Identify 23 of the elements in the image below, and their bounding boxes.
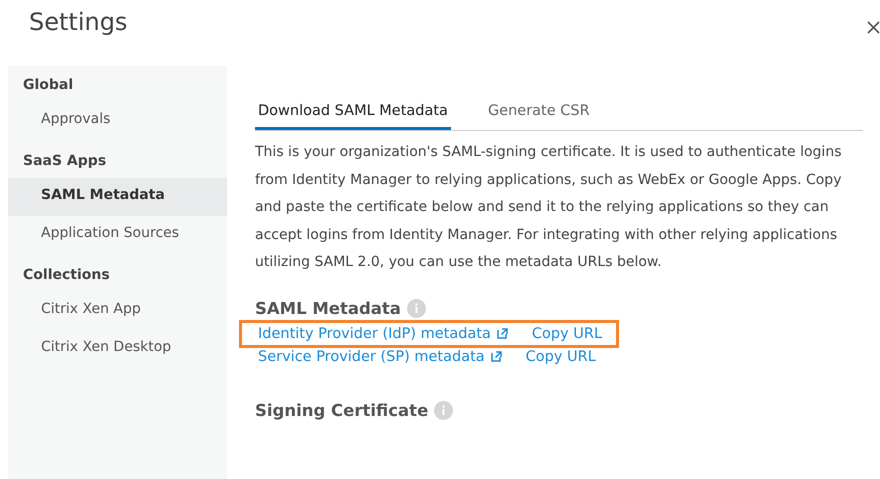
external-link-icon — [490, 351, 502, 362]
sidebar-group-label: SaaS Apps — [22, 152, 108, 171]
tab[interactable]: Download SAML Metadata — [255, 96, 451, 130]
external-link-icon — [496, 328, 508, 340]
description-text: This is your organization's SAML-signing certificate. It is used to authenticate logins from Identity Manager to relying applications, such as WebEx or Google Apps. Copy and paste the certificate below and send it to the relying applications so they can accept logins from Identity Manager. For integrating with other relying applications utilizing SAML 2.0, you can use the metadata URLs below. — [255, 143, 842, 272]
metadata-link[interactable]: Service Provider (SP) metadata — [258, 348, 502, 365]
sidebar-item[interactable]: Citrix Xen App — [8, 292, 227, 330]
info-icon[interactable] — [434, 400, 454, 420]
sidebar-item[interactable]: SAML Metadata — [8, 178, 227, 216]
close-icon[interactable] — [867, 21, 880, 34]
sidebar-group-label: Collections — [22, 266, 111, 285]
section-heading: Signing Certificate — [255, 400, 428, 420]
copy-url-link[interactable]: Copy URL — [526, 348, 596, 365]
sidebar-item[interactable]: Citrix Xen Desktop — [8, 330, 227, 368]
window-title: Settings — [29, 8, 128, 36]
sidebar-item[interactable]: Application Sources — [8, 216, 227, 254]
copy-url-link[interactable]: Copy URL — [532, 326, 602, 342]
section-heading: SAML Metadata — [255, 298, 401, 318]
metadata-link[interactable]: Identity Provider (IdP) metadata — [258, 326, 508, 342]
tab[interactable]: Generate CSR — [484, 96, 593, 130]
info-icon[interactable] — [406, 298, 426, 318]
sidebar-group-label: Global — [22, 76, 74, 95]
sidebar-item[interactable]: Approvals — [8, 102, 227, 140]
